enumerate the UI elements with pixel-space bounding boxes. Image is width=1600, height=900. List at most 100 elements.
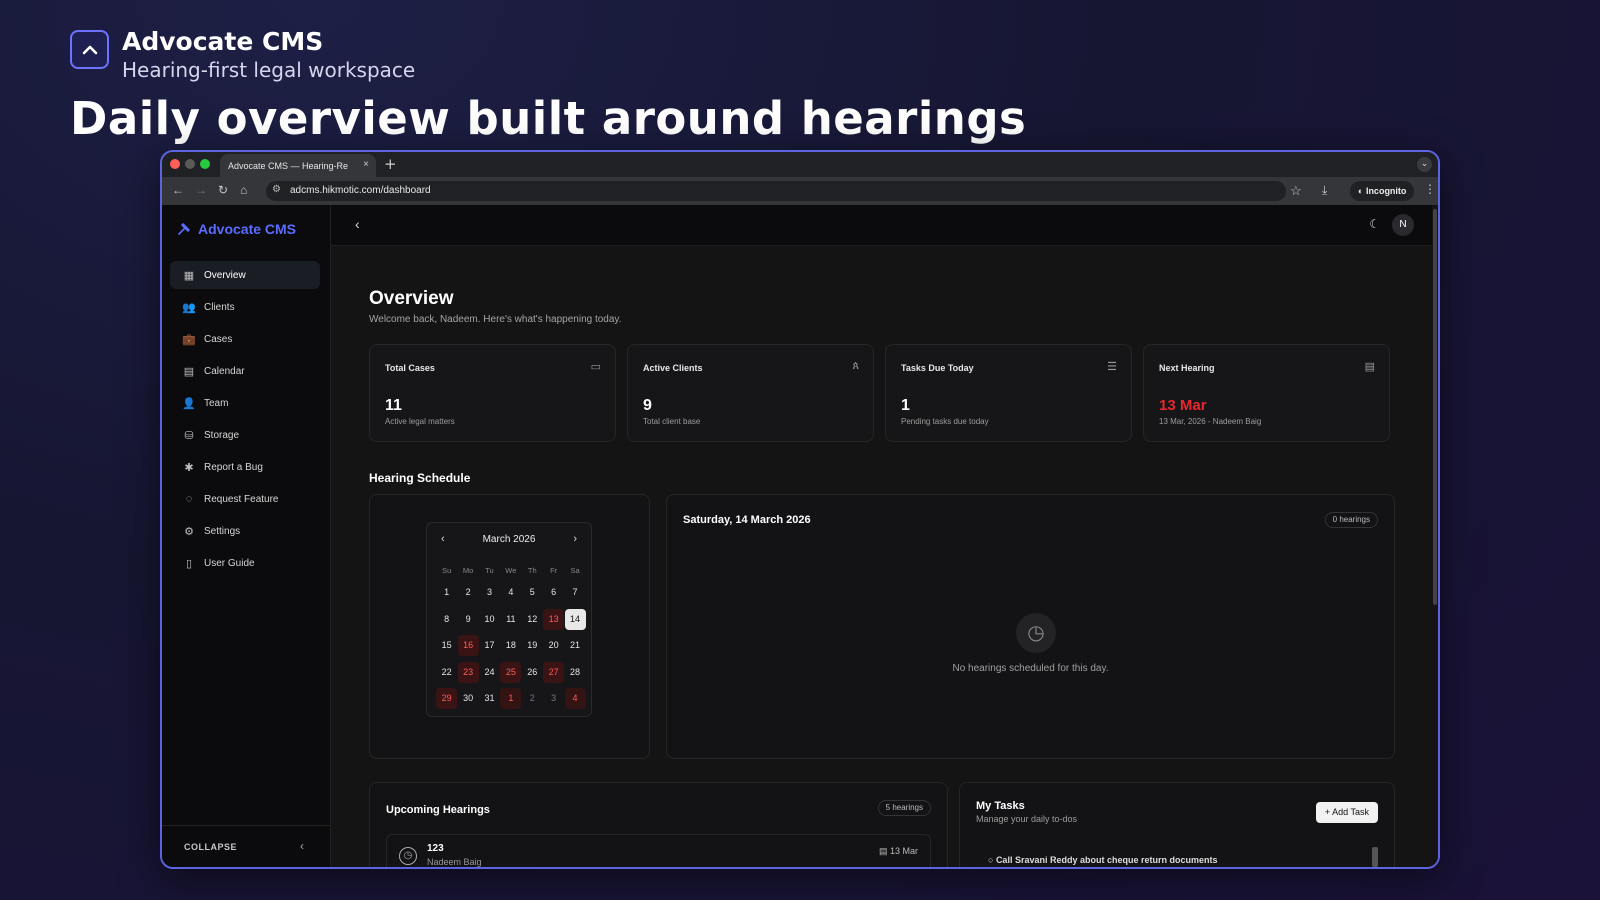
theme-toggle-moon-icon[interactable]: ☾ — [1369, 217, 1380, 231]
upcoming-hearings-title: Upcoming Hearings — [386, 804, 490, 816]
sidebar-brand[interactable]: Advocate CMS — [176, 221, 296, 237]
day-hearings-card: Saturday, 14 March 2026 0 hearings ◷ No … — [666, 494, 1395, 759]
forward-icon[interactable]: → — [195, 183, 207, 197]
calendar-day-number: 22 — [441, 666, 452, 677]
calendar-day[interactable]: 28 — [564, 661, 585, 688]
sidebar-item-storage[interactable]: ⛁ Storage — [170, 421, 320, 449]
calendar-day[interactable]: 1 — [436, 581, 457, 608]
calendar-day[interactable]: 4 — [564, 687, 586, 714]
calendar-day[interactable]: 12 — [522, 608, 543, 635]
calendar-day-number: 8 — [444, 613, 450, 624]
sidebar-item-label: Settings — [204, 525, 241, 537]
calendar-day[interactable]: 24 — [479, 661, 500, 688]
gavel-icon — [178, 223, 190, 235]
hearing-list-item[interactable]: ◷ 123 Nadeem Baig ▤ 13 Mar — [386, 834, 931, 867]
sidebar-item-cases[interactable]: 💼 Cases — [170, 325, 320, 353]
calendar-day[interactable]: 25 — [500, 661, 522, 688]
calendar-day[interactable]: 18 — [500, 634, 521, 661]
calendar-day[interactable]: 13 — [543, 608, 565, 635]
calendar-day-number: 30 — [463, 693, 474, 703]
task-item[interactable]: ○ Call Sravani Reddy about cheque return… — [988, 855, 1217, 865]
sidebar-item-report-bug[interactable]: ✱ Report a Bug — [170, 453, 320, 481]
calendar-day-number: 14 — [564, 608, 586, 630]
sidebar-item-settings[interactable]: ⚙ Settings — [170, 517, 320, 545]
calendar-day-number: 24 — [484, 666, 495, 677]
toggle-sidebar-icon[interactable]: ‹ — [355, 216, 360, 232]
close-window-button[interactable] — [170, 159, 180, 169]
calendar-day[interactable]: 21 — [564, 634, 585, 661]
minimize-window-button[interactable] — [185, 159, 195, 169]
calendar-day[interactable]: 26 — [522, 661, 543, 688]
calendar-day[interactable]: 22 — [436, 661, 457, 688]
scrollbar-thumb[interactable] — [1433, 209, 1437, 605]
calendar-day[interactable]: 17 — [479, 634, 500, 661]
close-tab-icon[interactable]: × — [363, 159, 369, 170]
collapse-sidebar-button[interactable]: COLLAPSE ‹ — [162, 825, 330, 867]
new-tab-button[interactable]: + — [384, 155, 397, 173]
calendar-day[interactable]: 7 — [564, 581, 585, 608]
sidebar-item-calendar[interactable]: ▤ Calendar — [170, 357, 320, 385]
calendar-next-month-icon[interactable]: › — [573, 533, 577, 545]
sidebar: Advocate CMS ▦ Overview 👥 Clients 💼 Cases ▤… — [162, 205, 331, 867]
url-text[interactable]: adcms.hikmotic.com/dashboard — [290, 185, 431, 196]
clock-icon: ◷ — [1016, 613, 1056, 653]
sidebar-item-overview[interactable]: ▦ Overview — [170, 261, 320, 289]
calendar-day-number: 31 — [484, 693, 495, 703]
user-avatar[interactable]: N — [1392, 214, 1414, 236]
calendar-day[interactable]: 16 — [457, 634, 479, 661]
calendar-day[interactable]: 9 — [457, 608, 478, 635]
calendar-day[interactable]: 10 — [479, 608, 500, 635]
collapse-label: COLLAPSE — [184, 842, 238, 852]
calendar-day[interactable]: 30 — [457, 687, 478, 714]
calendar-day[interactable]: 19 — [522, 634, 543, 661]
reload-icon[interactable]: ↻ — [218, 183, 228, 197]
task-checkbox[interactable]: ○ — [988, 855, 996, 865]
sidebar-item-clients[interactable]: 👥 Clients — [170, 293, 320, 321]
weekday-label: Mo — [462, 566, 474, 575]
browser-tab[interactable]: Advocate CMS — Hearing-Re × — [220, 154, 376, 177]
calendar-day[interactable]: 11 — [500, 608, 521, 635]
calendar-day[interactable]: 2 — [457, 581, 478, 608]
site-info-icon[interactable]: ⚙ — [272, 184, 281, 195]
calendar-day[interactable]: 14 — [564, 608, 586, 635]
sidebar-item-team[interactable]: 👤 Team — [170, 389, 320, 417]
calendar-day[interactable]: 3 — [543, 687, 564, 714]
briefcase-icon: 💼 — [182, 333, 196, 346]
weekday-label: Th — [527, 566, 537, 575]
download-icon[interactable]: ⤓ — [1322, 183, 1327, 198]
calendar-day[interactable]: 2 — [522, 687, 543, 714]
tab-search-icon[interactable]: ⌄ — [1417, 157, 1432, 172]
calendar-day[interactable]: 6 — [543, 581, 564, 608]
incognito-badge[interactable]: ◐ Incognito — [1350, 181, 1415, 201]
calendar-day-number: 10 — [484, 613, 495, 624]
calendar-day[interactable]: 8 — [436, 608, 457, 635]
sidebar-item-user-guide[interactable]: ▯ User Guide — [170, 549, 320, 577]
maximize-window-button[interactable] — [200, 159, 210, 169]
calendar-day[interactable]: 29 — [436, 687, 458, 714]
grid-icon: ▦ — [183, 269, 195, 282]
empty-state-text: No hearings scheduled for this day. — [952, 663, 1109, 674]
weekday-label: We — [505, 566, 517, 575]
calendar-day[interactable]: 4 — [500, 581, 521, 608]
calendar-day-number: 19 — [527, 640, 538, 650]
back-icon[interactable]: ← — [172, 183, 184, 197]
calendar-day[interactable]: 31 — [479, 687, 500, 714]
calendar-day[interactable]: 27 — [543, 661, 565, 688]
bookmark-star-icon[interactable]: ☆ — [1290, 183, 1302, 199]
calendar-day[interactable]: 23 — [457, 661, 479, 688]
home-icon[interactable]: ⌂ — [240, 183, 247, 197]
calendar-day[interactable]: 20 — [543, 634, 564, 661]
calendar-day[interactable]: 5 — [522, 581, 543, 608]
incognito-label: Incognito — [1365, 186, 1407, 196]
calendar-day-number: 1 — [500, 688, 522, 709]
calendar-day[interactable]: 1 — [500, 687, 522, 714]
tasks-scrollbar[interactable] — [1372, 847, 1378, 867]
browser-menu-icon[interactable]: ⋮ — [1424, 182, 1436, 196]
page-scrollbar[interactable] — [1432, 205, 1438, 867]
add-task-button[interactable]: + Add Task — [1315, 802, 1378, 823]
calendar-day-number: 7 — [572, 587, 578, 597]
calendar-day[interactable]: 15 — [436, 634, 457, 661]
app-logo — [70, 30, 109, 69]
sidebar-item-request-feature[interactable]: ◌ Request Feature — [170, 485, 320, 513]
calendar-day[interactable]: 3 — [479, 581, 500, 608]
